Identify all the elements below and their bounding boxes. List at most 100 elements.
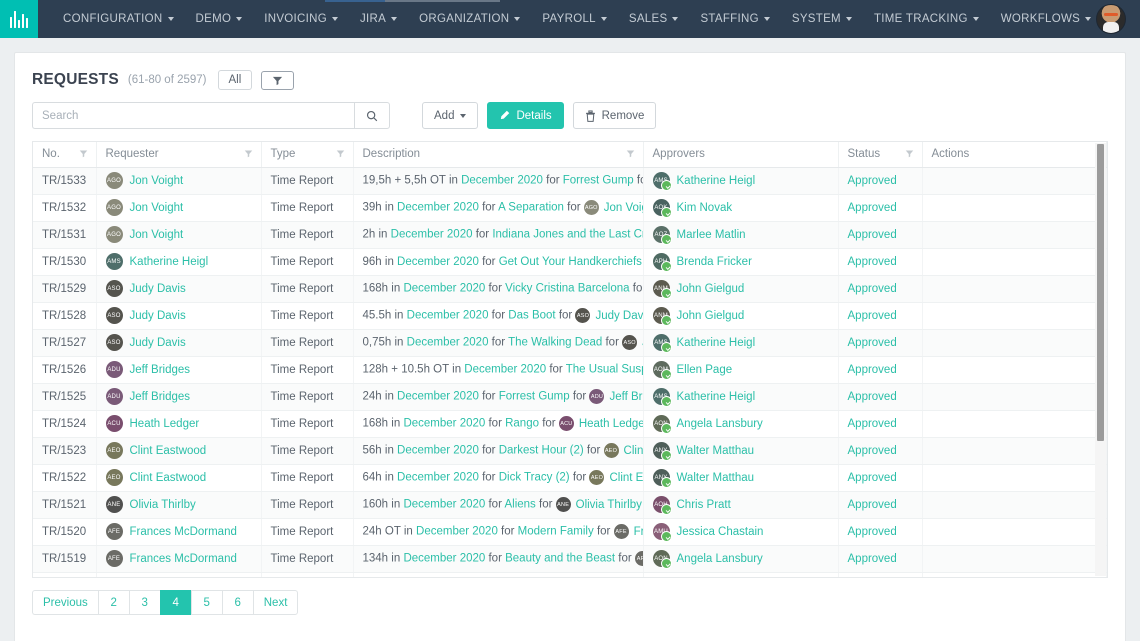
approver-name[interactable]: Kim Novak: [677, 202, 733, 214]
approver-name[interactable]: Brenda Fricker: [677, 256, 752, 268]
requester-name[interactable]: Jon Voight: [130, 175, 184, 187]
desc-person[interactable]: Clint Eastwood: [624, 445, 643, 457]
desc-project[interactable]: Forrest Gump: [499, 391, 570, 403]
pagination-page-6[interactable]: 6: [222, 590, 253, 615]
desc-month[interactable]: December 2020: [397, 472, 479, 484]
approver-name[interactable]: John Gielgud: [677, 283, 745, 295]
table-row[interactable]: TR/1530 AMS Katherine Heigl Time Report …: [33, 248, 1107, 275]
requester-name[interactable]: Jon Voight: [130, 229, 184, 241]
filter-button[interactable]: [261, 71, 294, 90]
add-button[interactable]: Add: [422, 102, 478, 129]
desc-project[interactable]: Darkest Hour (2): [499, 445, 584, 457]
desc-project[interactable]: Forrest Gump: [563, 175, 634, 187]
table-row[interactable]: TR/1526 ADU Jeff Bridges Time Report 128…: [33, 356, 1107, 383]
desc-month[interactable]: December 2020: [403, 499, 485, 511]
requester-name[interactable]: Jeff Bridges: [130, 391, 191, 403]
requester-name[interactable]: Frances McDormand: [130, 553, 237, 565]
table-row[interactable]: TR/1533 AGO Jon Voight Time Report 19,5h…: [33, 167, 1107, 194]
search-button[interactable]: [354, 102, 390, 129]
requester-name[interactable]: Clint Eastwood: [130, 445, 207, 457]
desc-project[interactable]: The Usual Suspects: [566, 364, 643, 376]
requester-name[interactable]: Heath Ledger: [130, 418, 200, 430]
requester-name[interactable]: Olivia Thirlby: [130, 499, 196, 511]
approver-name[interactable]: Katherine Heigl: [677, 337, 756, 349]
approver-name[interactable]: John Gielgud: [677, 310, 745, 322]
desc-project[interactable]: Modern Family: [518, 526, 594, 538]
requester-name[interactable]: Frances McDormand: [130, 526, 237, 538]
desc-person[interactable]: Judy Davis: [595, 310, 643, 322]
desc-project[interactable]: Get Out Your Handkerchiefs (Préparez vos: [499, 256, 643, 268]
nav-item-time-tracking[interactable]: TIME TRACKING: [863, 0, 990, 38]
desc-person[interactable]: Clint Eastwood: [609, 472, 643, 484]
table-row[interactable]: TR/1523 AEO Clint Eastwood Time Report 5…: [33, 437, 1107, 464]
table-row[interactable]: TR/1522 AEO Clint Eastwood Time Report 6…: [33, 464, 1107, 491]
desc-project[interactable]: Dick Tracy (2): [499, 472, 570, 484]
desc-person[interactable]: Olivia Thirlby: [576, 499, 642, 511]
requester-name[interactable]: Jon Voight: [130, 202, 184, 214]
table-row[interactable]: TR/1527 ASO Judy Davis Time Report 0,75h…: [33, 329, 1107, 356]
approver-name[interactable]: Angela Lansbury: [677, 553, 763, 565]
approver-name[interactable]: Walter Matthau: [677, 445, 755, 457]
table-scrollbar[interactable]: [1095, 143, 1106, 576]
desc-month[interactable]: December 2020: [461, 175, 543, 187]
pagination-page-2[interactable]: 2: [98, 590, 129, 615]
table-row[interactable]: TR/1519 AFE Frances McDormand Time Repor…: [33, 545, 1107, 572]
approver-name[interactable]: Jessica Chastain: [677, 526, 764, 538]
desc-month[interactable]: December 2020: [416, 526, 498, 538]
requester-name[interactable]: Judy Davis: [130, 310, 186, 322]
table-row[interactable]: TR/1531 AGO Jon Voight Time Report 2h in…: [33, 221, 1107, 248]
nav-item-payroll[interactable]: PAYROLL: [531, 0, 617, 38]
nav-item-jira[interactable]: JIRA: [349, 0, 408, 38]
table-row[interactable]: TR/1532 AGO Jon Voight Time Report 39h i…: [33, 194, 1107, 221]
desc-month[interactable]: December 2020: [403, 418, 485, 430]
desc-person[interactable]: Frances McDor…: [634, 526, 643, 538]
pagination-previous[interactable]: Previous: [32, 590, 98, 615]
desc-project[interactable]: The Walking Dead: [508, 337, 602, 349]
nav-item-sales[interactable]: SALES: [618, 0, 690, 38]
app-logo[interactable]: [0, 0, 38, 38]
approver-name[interactable]: Marlee Matlin: [677, 229, 746, 241]
desc-project[interactable]: Vicky Cristina Barcelona: [505, 283, 629, 295]
desc-person[interactable]: Jon Voight: [604, 202, 643, 214]
nav-item-configuration[interactable]: CONFIGURATION: [52, 0, 185, 38]
pagination-page-3[interactable]: 3: [129, 590, 160, 615]
table-row[interactable]: TR/1524 ACU Heath Ledger Time Report 168…: [33, 410, 1107, 437]
funnel-icon[interactable]: [244, 149, 253, 158]
table-row[interactable]: TR/1518 AFE Frances McDormand Time Repor…: [33, 572, 1107, 578]
user-avatar[interactable]: [1096, 4, 1126, 34]
pagination-page-5[interactable]: 5: [191, 590, 222, 615]
funnel-icon[interactable]: [905, 149, 914, 158]
nav-item-invoicing[interactable]: INVOICING: [253, 0, 349, 38]
table-row[interactable]: TR/1520 AFE Frances McDormand Time Repor…: [33, 518, 1107, 545]
requester-name[interactable]: Judy Davis: [130, 283, 186, 295]
desc-month[interactable]: December 2020: [391, 229, 473, 241]
pagination-page-4[interactable]: 4: [160, 590, 191, 615]
desc-month[interactable]: December 2020: [464, 364, 546, 376]
approver-name[interactable]: Ellen Page: [677, 364, 733, 376]
desc-month[interactable]: December 2020: [397, 256, 479, 268]
table-row[interactable]: TR/1521 ANE Olivia Thirlby Time Report 1…: [33, 491, 1107, 518]
desc-project[interactable]: A Separation: [498, 202, 564, 214]
details-button[interactable]: Details: [487, 102, 563, 129]
requester-name[interactable]: Jeff Bridges: [130, 364, 191, 376]
desc-month[interactable]: December 2020: [407, 310, 489, 322]
funnel-icon[interactable]: [79, 149, 88, 158]
remove-button[interactable]: Remove: [573, 102, 657, 129]
requester-name[interactable]: Katherine Heigl: [130, 256, 209, 268]
approver-name[interactable]: Katherine Heigl: [677, 175, 756, 187]
search-input[interactable]: [32, 102, 354, 129]
desc-project[interactable]: Indiana Jones and the Last Crusade: [492, 229, 643, 241]
desc-month[interactable]: December 2020: [407, 337, 489, 349]
all-button[interactable]: All: [218, 70, 253, 90]
nav-item-system[interactable]: SYSTEM: [781, 0, 863, 38]
desc-month[interactable]: December 2020: [397, 445, 479, 457]
nav-item-workflows[interactable]: WORKFLOWS: [990, 0, 1102, 38]
approver-name[interactable]: Katherine Heigl: [677, 391, 756, 403]
funnel-icon[interactable]: [626, 149, 635, 158]
desc-project[interactable]: Das Boot: [508, 310, 555, 322]
desc-project[interactable]: Aliens: [504, 499, 535, 511]
desc-person[interactable]: Jeff Bridges: [609, 391, 643, 403]
desc-month[interactable]: December 2020: [397, 202, 479, 214]
desc-person[interactable]: Heath Ledger: [579, 418, 643, 430]
table-row[interactable]: TR/1529 ASO Judy Davis Time Report 168h …: [33, 275, 1107, 302]
